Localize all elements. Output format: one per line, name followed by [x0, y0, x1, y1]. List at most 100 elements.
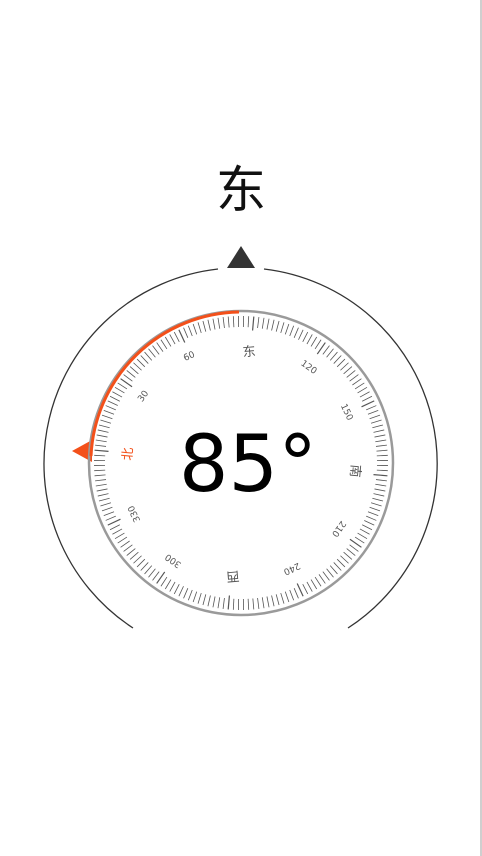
dial-tick: [343, 366, 353, 375]
dial-tick: [136, 558, 146, 568]
dial-tick: [333, 355, 342, 364]
dial-label-120: 120: [299, 359, 319, 377]
dial-tick: [306, 334, 313, 345]
dial-tick: [326, 348, 334, 358]
dial-tick: [192, 323, 198, 335]
dial-tick: [266, 596, 270, 608]
dial-tick: [257, 317, 260, 329]
dial-tick: [326, 568, 334, 578]
dial-tick: [352, 378, 362, 386]
dial-tick: [123, 544, 133, 552]
dial-tick: [333, 562, 342, 571]
dial-tick: [123, 374, 133, 382]
dial-tick: [275, 594, 280, 606]
dial-tick: [152, 571, 160, 581]
dial-tick: [293, 588, 299, 599]
dial-tick: [296, 583, 304, 597]
dial-tick: [357, 532, 368, 540]
dial-tick: [349, 544, 359, 552]
dial-tick: [202, 594, 207, 606]
dial-tick: [114, 386, 125, 394]
dial-tick: [329, 351, 338, 361]
dial-tick: [251, 316, 255, 331]
dial-tick: [114, 532, 125, 540]
dial-tick: [271, 595, 275, 607]
dial-tick: [178, 329, 186, 343]
dial-tick: [178, 586, 184, 597]
dial-label-west: 西: [226, 567, 240, 583]
dial-tick: [336, 358, 346, 368]
dial-tick: [302, 331, 309, 343]
dial-tick: [361, 400, 375, 408]
dial-tick: [212, 318, 216, 330]
dial-tick: [217, 597, 221, 609]
dial-tick: [357, 386, 368, 394]
dial-tick: [367, 511, 379, 517]
dial-label-30: 30: [136, 389, 151, 404]
dial-tick: [284, 591, 290, 603]
dial-tick: [133, 555, 142, 564]
dial-tick: [314, 339, 322, 350]
dial-tick: [197, 592, 202, 604]
degree-readout: 85°: [178, 420, 318, 510]
dial-tick: [197, 322, 202, 334]
dial-tick: [314, 576, 322, 587]
dial-tick: [367, 409, 379, 415]
dial-label-east: 东: [242, 344, 256, 360]
dial-tick: [133, 362, 142, 371]
dial-tick: [227, 595, 231, 610]
dial-tick: [298, 329, 304, 340]
dial-label-210: 210: [329, 519, 347, 539]
dial-tick: [257, 597, 260, 609]
dial-tick: [318, 574, 326, 584]
dial-label-300: 300: [163, 551, 183, 569]
dial-tick: [120, 540, 130, 548]
dial-tick: [247, 316, 250, 328]
dial-tick: [105, 515, 116, 521]
dial-tick: [109, 524, 121, 531]
dial-tick: [187, 325, 193, 337]
dial-tick: [361, 524, 373, 531]
dial-tick: [207, 595, 211, 607]
dial-tick: [169, 581, 176, 592]
compass-screen: 东 东 120 150 南 210 240 西 300 330 北 30 60 …: [0, 0, 482, 856]
dial-tick: [340, 555, 349, 564]
dial-tick: [117, 382, 128, 390]
dial-tick: [107, 400, 118, 406]
dial-tick: [232, 598, 235, 610]
dial-tick: [144, 351, 153, 361]
dial-tick: [354, 382, 365, 390]
dial-tick: [140, 562, 149, 571]
dial-tick: [217, 317, 221, 329]
dial-tick: [126, 370, 136, 378]
dial-tick: [366, 405, 377, 411]
dial-tick: [129, 366, 139, 375]
dial-tick: [144, 565, 153, 575]
dial-tick: [280, 322, 285, 334]
dial-tick: [140, 355, 149, 364]
heading-triangle-icon: [227, 246, 255, 268]
dial-tick: [126, 548, 136, 556]
dial-tick: [117, 536, 128, 544]
dial-tick: [329, 565, 338, 575]
dial-tick: [261, 317, 265, 329]
dial-tick: [247, 598, 250, 610]
dial-tick: [369, 414, 381, 420]
dial-tick: [129, 551, 139, 560]
dial-tick: [192, 591, 198, 603]
dial-tick: [275, 320, 280, 332]
dial-tick: [112, 528, 123, 535]
dial-tick: [112, 391, 123, 398]
dial-tick: [271, 319, 275, 331]
dial-tick: [169, 334, 176, 345]
dial-tick: [280, 592, 285, 604]
dial-tick: [109, 395, 121, 402]
dial-tick: [156, 342, 164, 352]
dial-tick: [284, 323, 290, 335]
dial-tick: [293, 327, 299, 338]
dial-tick: [222, 317, 225, 329]
dial-tick: [183, 588, 189, 599]
dial-tick: [354, 536, 365, 544]
dial-tick: [261, 597, 265, 609]
dial-tick: [101, 414, 113, 420]
